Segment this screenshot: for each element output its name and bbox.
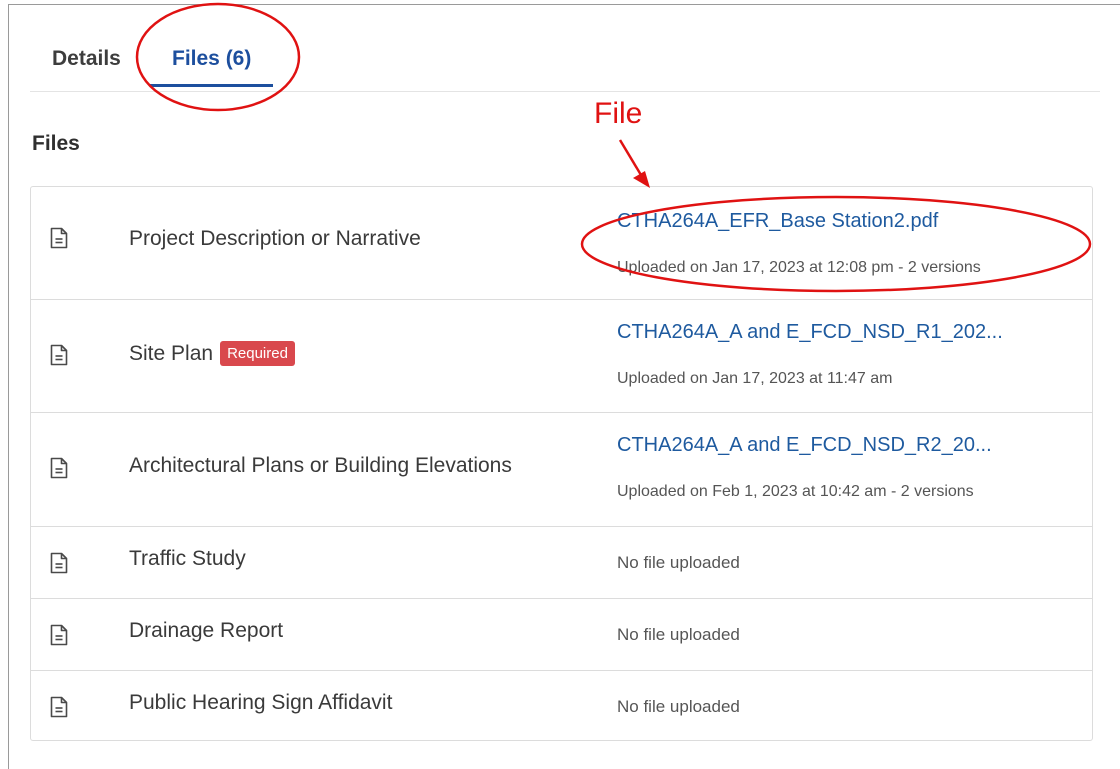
tab-bar: Details Files (6) (30, 40, 1100, 92)
file-row-site-plan: Site Plan Required CTHA264A_A and E_FCD_N… (31, 300, 1092, 413)
file-row-drainage-report: Drainage Report No file uploaded (31, 599, 1092, 671)
file-category-label: Public Hearing Sign Affidavit (129, 691, 393, 714)
file-category-label: Project Description or Narrative (129, 227, 421, 250)
annotation-label: File (594, 97, 643, 130)
no-file-status: No file uploaded (617, 625, 740, 644)
no-file-status: No file uploaded (617, 697, 740, 716)
document-icon (50, 552, 68, 574)
file-link[interactable]: CTHA264A_A and E_FCD_NSD_R1_202... (617, 321, 1003, 344)
file-category-label: Site Plan Required (129, 341, 295, 366)
files-table: Project Description or Narrative CTHA264… (30, 186, 1093, 741)
document-icon (50, 344, 68, 366)
file-row-public-hearing-sign-affidavit: Public Hearing Sign Affidavit No file up… (31, 671, 1092, 740)
tab-details[interactable]: Details (52, 47, 121, 85)
document-icon (50, 624, 68, 646)
file-link[interactable]: CTHA264A_EFR_Base Station2.pdf (617, 210, 938, 233)
file-row-project-description: Project Description or Narrative CTHA264… (31, 187, 1092, 300)
document-icon (50, 457, 68, 479)
no-file-status: No file uploaded (617, 553, 740, 572)
file-row-traffic-study: Traffic Study No file uploaded (31, 527, 1092, 599)
tab-divider (30, 91, 1100, 92)
file-category-label: Traffic Study (129, 547, 246, 570)
document-icon (50, 696, 68, 718)
section-title: Files (32, 132, 80, 155)
file-row-architectural-plans: Architectural Plans or Building Elevatio… (31, 413, 1092, 527)
file-category-label: Architectural Plans or Building Elevatio… (129, 454, 512, 477)
file-link[interactable]: CTHA264A_A and E_FCD_NSD_R2_20... (617, 434, 992, 457)
required-badge: Required (220, 341, 295, 366)
file-category-name: Site Plan (129, 342, 214, 365)
upload-meta: Uploaded on Feb 1, 2023 at 10:42 am - 2 … (617, 483, 974, 500)
upload-meta: Uploaded on Jan 17, 2023 at 12:08 pm - 2… (617, 259, 981, 276)
upload-meta: Uploaded on Jan 17, 2023 at 11:47 am (617, 370, 893, 387)
tab-files[interactable]: Files (6) (150, 47, 274, 87)
document-icon (50, 227, 68, 249)
file-category-label: Drainage Report (129, 619, 284, 642)
